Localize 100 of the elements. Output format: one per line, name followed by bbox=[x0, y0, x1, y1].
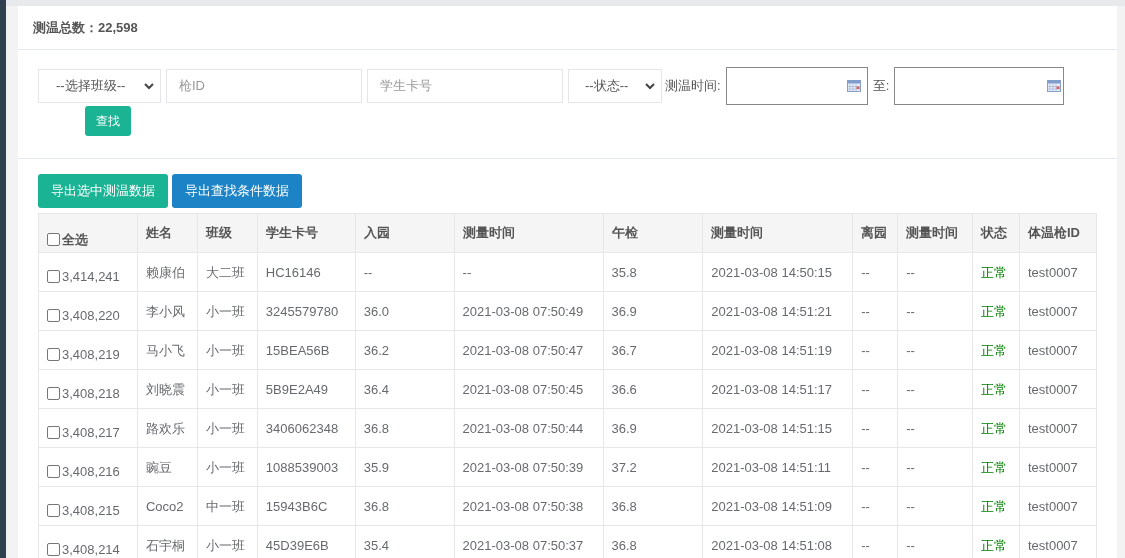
table-cell: -- bbox=[861, 381, 870, 397]
table-cell: -- bbox=[861, 498, 870, 514]
checkbox[interactable] bbox=[47, 308, 60, 322]
checkbox[interactable] bbox=[47, 232, 60, 246]
table-cell: 石宇桐 bbox=[145, 537, 185, 553]
table-cell: 3406062348 bbox=[265, 420, 339, 436]
table-cell: 2021-03-08 14:51:17 bbox=[711, 381, 833, 397]
checkbox[interactable] bbox=[47, 386, 60, 400]
table-cell: 小一班 bbox=[205, 303, 245, 319]
status-text: 正常 bbox=[981, 498, 1007, 514]
checkbox[interactable] bbox=[47, 503, 60, 517]
table-cell: 2021-03-08 07:50:49 bbox=[462, 303, 584, 319]
select-all-label[interactable]: 全选 bbox=[62, 231, 88, 247]
checkbox[interactable] bbox=[47, 269, 60, 283]
table-cell: 2021-03-08 07:50:44 bbox=[462, 420, 584, 436]
card-number-field[interactable]: 学生卡号 bbox=[367, 69, 563, 103]
column-header: 体温枪ID bbox=[1027, 225, 1080, 241]
checkbox[interactable] bbox=[47, 542, 60, 556]
calendar-icon[interactable] bbox=[846, 80, 861, 92]
status-text: 正常 bbox=[981, 537, 1007, 553]
record-id: 3,408,216 bbox=[62, 463, 120, 479]
table-cell: test0007 bbox=[1027, 459, 1078, 475]
table-cell: 36.8 bbox=[611, 498, 637, 514]
table-cell: 小一班 bbox=[205, 459, 245, 475]
table-cell: 路欢乐 bbox=[145, 420, 185, 436]
total-count: 测温总数：22,598 bbox=[33, 18, 138, 37]
table-cell: 2021-03-08 07:50:37 bbox=[462, 537, 584, 553]
status-text: 正常 bbox=[981, 381, 1007, 397]
start-date-field[interactable] bbox=[725, 67, 868, 105]
table-cell: 2021-03-08 14:51:09 bbox=[711, 498, 833, 514]
table-cell: 15BEA56B bbox=[265, 342, 330, 358]
column-header: 姓名 bbox=[145, 225, 172, 241]
table-cell: 2021-03-08 14:51:21 bbox=[711, 303, 833, 319]
table-cell: test0007 bbox=[1027, 342, 1078, 358]
checkbox[interactable] bbox=[47, 347, 60, 361]
record-id: 3,408,214 bbox=[62, 541, 120, 557]
table-cell: Coco2 bbox=[145, 498, 184, 514]
gun-id-field[interactable]: 枪ID bbox=[166, 69, 362, 103]
table-cell: 3245579780 bbox=[265, 303, 339, 319]
table-cell: 36.0 bbox=[363, 303, 390, 319]
table-cell: test0007 bbox=[1027, 303, 1078, 319]
status-text: 正常 bbox=[981, 420, 1007, 436]
table-cell: 35.9 bbox=[363, 459, 390, 475]
table-cell: -- bbox=[906, 537, 915, 553]
table-cell: 2021-03-08 07:50:38 bbox=[462, 498, 584, 514]
export-button[interactable]: 导出查找条件数据 bbox=[172, 174, 302, 208]
status-dropdown[interactable]: --状态-- bbox=[568, 69, 662, 103]
table-cell: 36.7 bbox=[611, 342, 637, 358]
table-cell: 15943B6C bbox=[265, 498, 328, 514]
chevron-down-icon bbox=[645, 82, 655, 90]
export-button[interactable]: 导出选中测温数据 bbox=[38, 174, 168, 208]
table-cell: -- bbox=[363, 264, 373, 280]
to-label: 至: bbox=[872, 77, 890, 96]
table-cell: -- bbox=[906, 420, 915, 436]
column-header: 测量时间 bbox=[906, 225, 959, 241]
table-cell: 36.6 bbox=[611, 381, 637, 397]
table-cell: -- bbox=[906, 498, 915, 514]
table-cell: 2021-03-08 14:51:19 bbox=[711, 342, 833, 358]
table-cell: 2021-03-08 14:51:11 bbox=[711, 459, 832, 475]
table-cell: test0007 bbox=[1027, 420, 1078, 436]
table-cell: 36.8 bbox=[363, 498, 390, 514]
table-cell: 37.2 bbox=[611, 459, 637, 475]
record-id: 3,408,218 bbox=[62, 385, 120, 401]
end-date-field[interactable] bbox=[894, 67, 1065, 105]
table-cell: 中一班 bbox=[205, 498, 245, 514]
table-cell: -- bbox=[906, 381, 915, 397]
table-cell: -- bbox=[861, 537, 870, 553]
table-cell: 大二班 bbox=[205, 264, 245, 280]
checkbox[interactable] bbox=[47, 425, 60, 439]
table-cell: 35.4 bbox=[363, 537, 390, 553]
column-header: 测量时间 bbox=[711, 225, 764, 241]
table-cell: 36.9 bbox=[611, 420, 637, 436]
table-cell: -- bbox=[861, 420, 870, 436]
status-text: 正常 bbox=[981, 264, 1007, 280]
table-cell: 36.9 bbox=[611, 303, 637, 319]
table-cell: 2021-03-08 07:50:47 bbox=[462, 342, 584, 358]
status-text: 正常 bbox=[981, 303, 1007, 319]
table-cell: 36.8 bbox=[611, 537, 637, 553]
table-cell: -- bbox=[462, 264, 472, 280]
table-cell: 35.8 bbox=[611, 264, 637, 280]
table-cell: HC16146 bbox=[265, 264, 321, 280]
checkbox[interactable] bbox=[47, 464, 60, 478]
time-label: 测温时间: bbox=[665, 77, 721, 96]
record-id: 3,408,217 bbox=[62, 424, 120, 440]
table-cell: 小一班 bbox=[205, 342, 245, 358]
table-cell: -- bbox=[861, 264, 870, 280]
column-header: 离园 bbox=[861, 225, 888, 241]
status-text: 正常 bbox=[981, 459, 1007, 475]
calendar-icon[interactable] bbox=[1047, 80, 1062, 92]
table-cell: 2021-03-08 14:50:15 bbox=[711, 264, 833, 280]
table-cell: test0007 bbox=[1027, 498, 1078, 514]
table-cell: 2021-03-08 14:51:08 bbox=[711, 537, 833, 553]
table-cell: test0007 bbox=[1027, 264, 1078, 280]
column-header: 测量时间 bbox=[462, 225, 515, 241]
search-button[interactable]: 查找 bbox=[85, 106, 131, 136]
table-cell: -- bbox=[906, 303, 915, 319]
table-cell: 2021-03-08 14:51:15 bbox=[711, 420, 833, 436]
table-cell: -- bbox=[861, 459, 870, 475]
class-dropdown[interactable]: --选择班级-- bbox=[38, 69, 161, 103]
chevron-down-icon bbox=[144, 82, 154, 90]
